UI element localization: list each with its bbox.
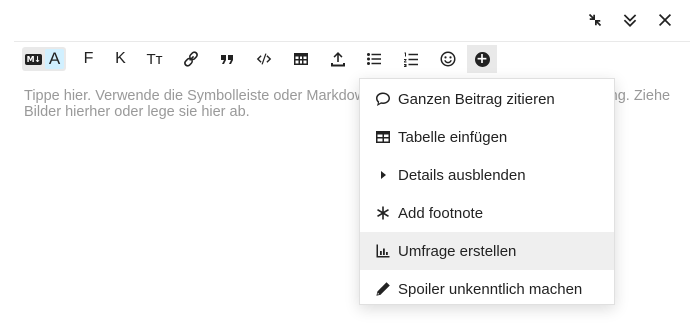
close-button[interactable] — [647, 9, 682, 31]
numbered-list-button[interactable] — [392, 45, 429, 73]
collapse-button[interactable] — [577, 9, 612, 31]
link-button[interactable] — [173, 45, 209, 73]
quote-icon — [221, 55, 233, 64]
composer-toolbar: M↓ A F K Tт + — [22, 45, 497, 73]
markdown-mode-button[interactable]: M↓ — [24, 49, 43, 69]
editor-mode-toggle[interactable]: M↓ A — [22, 47, 66, 71]
heading-button[interactable]: Tт — [136, 45, 173, 73]
caret-right-icon — [375, 167, 391, 183]
emoji-button[interactable] — [429, 45, 467, 73]
options-dropdown-menu: Ganzen Beitrag zitieren Tabelle einfügen… — [359, 78, 615, 305]
code-button[interactable] — [245, 45, 283, 73]
menu-item-label: Tabelle einfügen — [398, 128, 508, 146]
asterisk-icon — [375, 205, 391, 221]
bullet-list-button[interactable] — [356, 45, 392, 73]
menu-item-label: Umfrage erstellen — [398, 242, 517, 260]
menu-item-create-poll[interactable]: Umfrage erstellen — [360, 232, 614, 270]
minimize-button[interactable] — [612, 9, 647, 31]
collapse-icon — [588, 13, 601, 27]
markdown-icon: M↓ — [25, 53, 42, 65]
window-controls — [577, 9, 682, 31]
code-icon — [256, 53, 272, 65]
close-icon — [658, 13, 671, 27]
minimize-icon — [623, 14, 636, 27]
menu-item-quote-post[interactable]: Ganzen Beitrag zitieren — [360, 80, 614, 118]
table-icon — [375, 129, 391, 145]
header-divider — [14, 41, 690, 42]
menu-item-label: Ganzen Beitrag zitieren — [398, 90, 555, 108]
chart-bar-icon — [375, 243, 391, 259]
menu-item-hide-details[interactable]: Details ausblenden — [360, 156, 614, 194]
table-button[interactable] — [283, 45, 319, 73]
pencil-icon — [375, 281, 391, 297]
numbered-list-icon — [403, 52, 418, 67]
bullet-list-icon — [367, 53, 381, 65]
menu-item-label: Add footnote — [398, 204, 484, 222]
table-icon — [294, 53, 308, 65]
link-icon — [184, 51, 198, 67]
menu-item-blur-spoiler[interactable]: Spoiler unkenntlich machen — [360, 270, 614, 308]
more-options-button[interactable]: + — [467, 45, 497, 73]
upload-icon — [330, 52, 345, 67]
menu-item-insert-table[interactable]: Tabelle einfügen — [360, 118, 614, 156]
quote-button[interactable] — [209, 45, 245, 73]
upload-button[interactable] — [319, 45, 356, 73]
richtext-mode-button[interactable]: A — [45, 49, 64, 69]
bold-button[interactable]: F — [72, 45, 105, 73]
emoji-icon — [440, 51, 456, 67]
plus-icon: + — [474, 50, 490, 67]
speech-bubble-icon — [375, 91, 391, 107]
menu-item-label: Spoiler unkenntlich machen — [398, 280, 583, 298]
italic-button[interactable]: K — [105, 45, 136, 73]
menu-item-label: Details ausblenden — [398, 166, 526, 184]
menu-item-add-footnote[interactable]: Add footnote — [360, 194, 614, 232]
